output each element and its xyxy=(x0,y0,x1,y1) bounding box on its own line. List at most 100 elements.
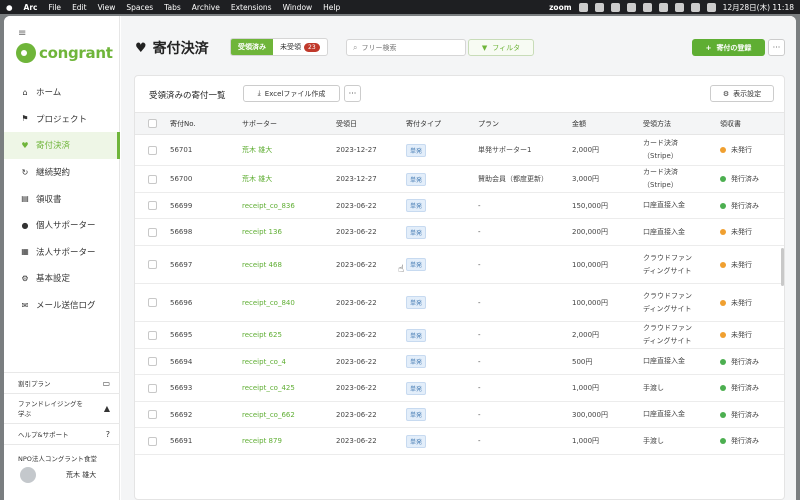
receipt-cell: 発行済み xyxy=(720,402,759,427)
menu-item[interactable]: Extensions xyxy=(231,3,272,12)
menu-item[interactable]: File xyxy=(49,3,62,12)
supporter-link[interactable]: receipt 625 xyxy=(242,331,282,339)
sidebar-item[interactable]: ⌂ ホーム xyxy=(4,79,120,106)
sidebar-item[interactable]: ↻ 継続契約 xyxy=(4,159,120,186)
search-input[interactable] xyxy=(361,43,462,52)
column-header[interactable]: 受領日 xyxy=(336,113,357,134)
tab-received[interactable]: 受領済み xyxy=(231,39,273,55)
table-row[interactable]: 56695 receipt 625 2023-06-22 単発 - 2,000円 クラウドフ… xyxy=(135,322,784,349)
status-icon[interactable] xyxy=(642,2,652,12)
card-more-button[interactable]: ··· xyxy=(344,85,361,102)
sidebar-item[interactable]: ● 個人サポーター xyxy=(4,212,120,239)
column-header[interactable]: プラン xyxy=(478,113,499,134)
hamburger-icon[interactable]: ≡ xyxy=(18,28,26,39)
sidebar-item[interactable]: ▦ 法人サポーター xyxy=(4,239,120,266)
register-donation-button[interactable]: + 寄付の登録 xyxy=(692,39,765,56)
plan-cell: - xyxy=(478,375,481,401)
menu-item[interactable]: Window xyxy=(283,3,313,12)
row-checkbox[interactable] xyxy=(148,201,157,210)
menu-item[interactable]: Edit xyxy=(72,3,87,12)
row-checkbox[interactable] xyxy=(148,330,157,340)
display-settings-button[interactable]: ⚙ 表示設定 xyxy=(710,85,774,102)
column-header[interactable]: 寄付タイプ xyxy=(406,113,441,134)
row-checkbox[interactable] xyxy=(148,298,157,307)
logo[interactable]: congrant xyxy=(16,43,113,63)
row-checkbox[interactable] xyxy=(148,410,157,419)
row-checkbox[interactable] xyxy=(148,357,157,366)
status-icon[interactable] xyxy=(690,2,700,12)
filter-button[interactable]: ▼ フィルタ xyxy=(468,39,534,56)
status-icon[interactable] xyxy=(658,2,668,12)
status-icon[interactable] xyxy=(626,2,636,12)
search-box[interactable]: ⌕ xyxy=(346,39,466,56)
main-content: ♥ 寄付決済 受領済み 未受領 23 ⌕ ▼ フィルタ + 寄付の登録 xyxy=(121,16,796,500)
row-checkbox[interactable] xyxy=(148,383,157,393)
table-row[interactable]: 56691 receipt 879 2023-06-22 単発 - 1,000円 手渡し 発行… xyxy=(135,428,784,455)
status-icon[interactable] xyxy=(674,2,684,12)
excel-export-button[interactable]: ⤓ Excelファイル作成 xyxy=(243,85,340,102)
sidebar-item[interactable]: ✉ メール送信ログ xyxy=(4,292,120,319)
row-checkbox[interactable] xyxy=(148,227,157,237)
plan-link[interactable]: 割引プラン ▭ xyxy=(4,372,120,393)
row-checkbox[interactable] xyxy=(148,145,157,155)
table-row[interactable]: 56700 荒木 雄大 2023-12-27 単発 賛助会員（都度更新） 3,000円 カー… xyxy=(135,166,784,193)
tab-unreceived[interactable]: 未受領 23 xyxy=(273,39,327,55)
table-row[interactable]: 56696 receipt_co_840 2023-06-22 単発 - 100,000円… xyxy=(135,284,784,322)
select-all-checkbox[interactable] xyxy=(148,119,157,128)
help-link[interactable]: ヘルプ&サポート ? xyxy=(4,423,120,444)
sidebar-item[interactable]: ⚑ プロジェクト xyxy=(4,106,120,133)
status-icon[interactable] xyxy=(610,2,620,12)
sidebar-item[interactable]: ♥ 寄付決済 xyxy=(4,132,120,159)
supporter-link[interactable]: 荒木 雄大 xyxy=(242,145,272,155)
menu-item[interactable]: Tabs xyxy=(164,3,181,12)
sidebar-item-label: 法人サポーター xyxy=(36,247,96,258)
receipt-cell: 未発行 xyxy=(720,246,752,283)
column-header[interactable]: 寄付No. xyxy=(170,113,196,134)
menu-item[interactable]: Help xyxy=(323,3,340,12)
menu-item[interactable]: Arc xyxy=(24,3,38,12)
column-header[interactable]: 受領方法 xyxy=(643,113,671,134)
column-header[interactable]: 金額 xyxy=(572,113,586,134)
zoom-label[interactable]: zoom xyxy=(549,3,572,12)
table-row[interactable]: 56692 receipt_co_662 2023-06-22 単発 - 300,000円… xyxy=(135,402,784,428)
status-icon[interactable] xyxy=(578,2,588,12)
supporter-link[interactable]: receipt_co_662 xyxy=(242,411,295,419)
sidebar-item[interactable]: ⚙ 基本設定 xyxy=(4,265,120,292)
datetime[interactable]: 12月28日(木) 11:18 xyxy=(723,2,794,13)
status-icon[interactable] xyxy=(706,2,716,12)
received-date: 2023-06-22 xyxy=(336,201,377,210)
table-row[interactable]: 56699 receipt_co_836 2023-06-22 単発 - 150,000円… xyxy=(135,193,784,219)
plan-cell: 単発サポーター1 xyxy=(478,135,531,165)
supporter-link[interactable]: receipt_co_425 xyxy=(242,384,295,392)
fundraising-link[interactable]: ファンドレイジングを 学ぶ ▲ xyxy=(4,393,120,423)
table-row[interactable]: 56698 receipt 136 2023-06-22 単発 - 200,000円 口座直… xyxy=(135,219,784,246)
table-row[interactable]: 56701 荒木 雄大 2023-12-27 単発 単発サポーター1 2,000円 カード決… xyxy=(135,135,784,166)
column-header[interactable]: 領収書 xyxy=(720,113,741,134)
row-checkbox[interactable] xyxy=(148,174,157,184)
supporter-link[interactable]: receipt_co_4 xyxy=(242,358,286,366)
apple-icon[interactable]: ● xyxy=(6,3,13,12)
header-more-button[interactable]: ··· xyxy=(768,39,785,56)
supporter-link[interactable]: receipt 136 xyxy=(242,228,282,236)
menu-item[interactable]: Spaces xyxy=(126,3,153,12)
row-checkbox[interactable] xyxy=(148,260,157,269)
supporter-link[interactable]: receipt_co_836 xyxy=(242,202,295,210)
user-block[interactable]: NPO法人コングラント食堂 荒木 雄大 xyxy=(4,444,120,494)
gear-icon: ⚙ xyxy=(21,273,29,283)
table-row[interactable]: 56697 receipt 468 2023-06-22 単発 - 100,000円 クラウ… xyxy=(135,246,784,284)
supporter-link[interactable]: receipt 468 xyxy=(242,261,282,269)
menu-item[interactable]: View xyxy=(98,3,116,12)
table-row[interactable]: 56693 receipt_co_425 2023-06-22 単発 - 1,000円 手渡… xyxy=(135,375,784,402)
menu-item[interactable]: Archive xyxy=(192,3,220,12)
date-cell: 2023-06-22 xyxy=(336,219,377,245)
supporter-link[interactable]: receipt 879 xyxy=(242,437,282,445)
row-checkbox[interactable] xyxy=(148,436,157,446)
column-header[interactable]: サポーター xyxy=(242,113,277,134)
scrollbar[interactable] xyxy=(781,248,784,286)
table-row[interactable]: 56694 receipt_co_4 2023-06-22 単発 - 500円 口座直接入金… xyxy=(135,349,784,375)
supporter-link[interactable]: 荒木 雄大 xyxy=(242,174,272,184)
supporter-link[interactable]: receipt_co_840 xyxy=(242,299,295,307)
sidebar-item[interactable]: ▤ 領収書 xyxy=(4,185,120,212)
status-icon[interactable] xyxy=(594,2,604,12)
search-icon: ⌕ xyxy=(353,42,358,52)
